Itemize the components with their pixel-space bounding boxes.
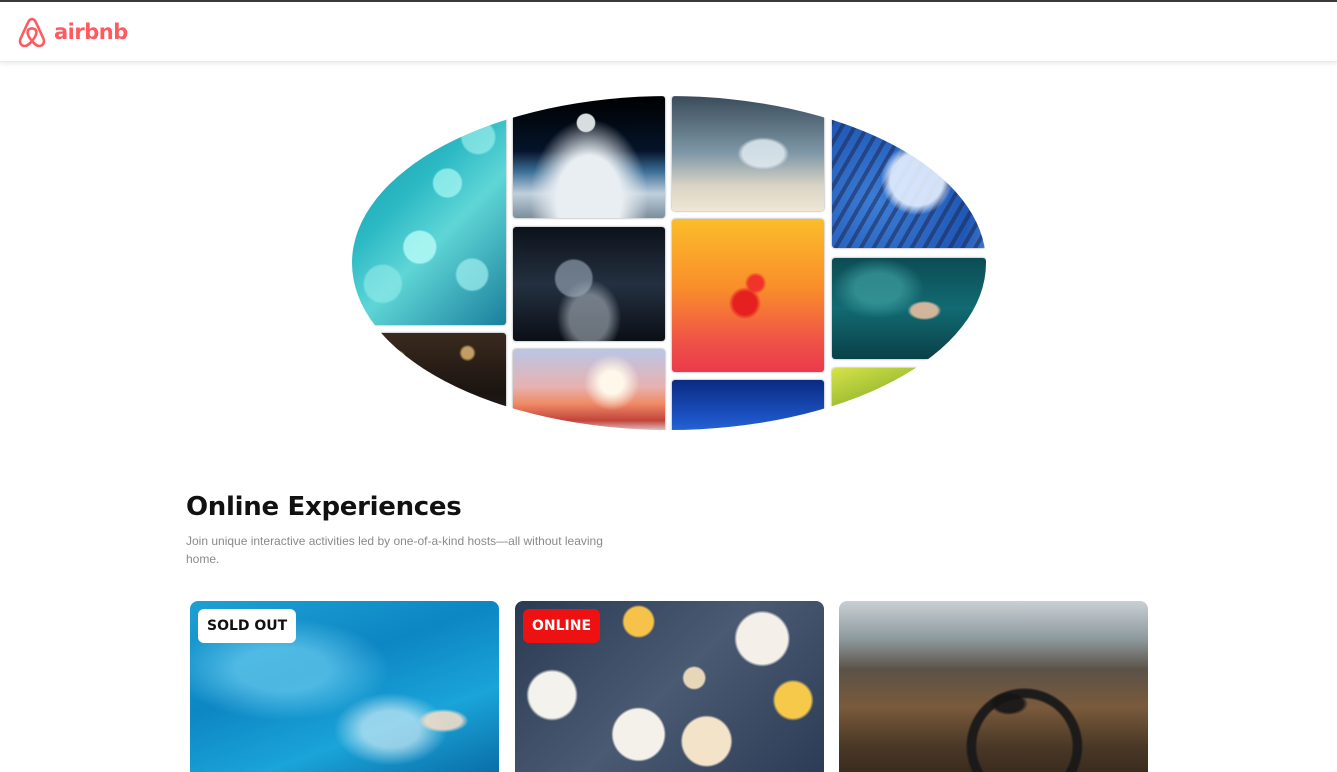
- airbnb-logo[interactable]: airbnb: [16, 14, 128, 50]
- experience-card-swimming[interactable]: SOLD OUT: [190, 601, 499, 772]
- ghost-ship-image: [513, 227, 665, 341]
- brand-name: airbnb: [54, 20, 128, 44]
- experience-card-breakfast[interactable]: ONLINE: [515, 601, 824, 772]
- blue-crystals-image: [352, 96, 506, 325]
- section-title: Online Experiences: [186, 492, 462, 522]
- moon-over-clouds-image: [513, 96, 665, 218]
- sold-out-badge: SOLD OUT: [198, 609, 297, 643]
- section-description: Join unique interactive activities led b…: [186, 534, 603, 566]
- hand-in-water-image: [832, 258, 986, 359]
- photo-collage: [352, 96, 986, 430]
- night-street-car-image: [352, 333, 506, 430]
- ship-in-bottle-image: [672, 96, 824, 211]
- red-flower-image: [672, 219, 824, 372]
- airbnb-logo-icon: [18, 17, 46, 48]
- experience-card-biking[interactable]: [839, 601, 1148, 772]
- blue-tiger-image: [832, 96, 986, 248]
- green-aurora-image: [832, 368, 986, 430]
- blue-sky-image: [672, 380, 824, 430]
- pink-sky-clouds-image: [513, 349, 665, 430]
- navbar: airbnb: [0, 2, 1337, 62]
- online-badge: ONLINE: [523, 609, 601, 643]
